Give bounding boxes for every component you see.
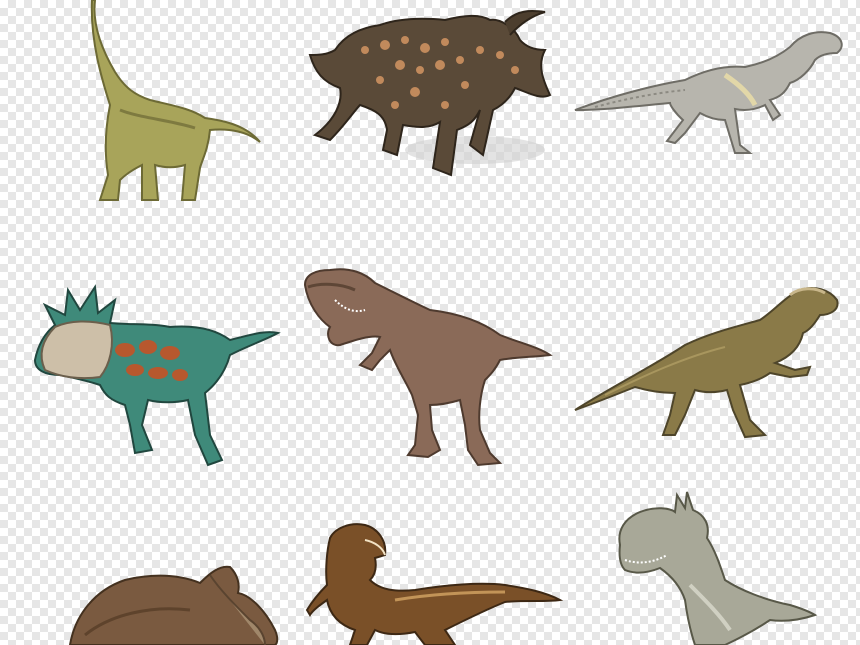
styracosaurus-image xyxy=(30,284,281,480)
monolophosaurus-illustration xyxy=(618,491,818,645)
triceratops-illustration xyxy=(68,565,279,645)
tyrannosaurus-image xyxy=(300,265,553,475)
einiosaurus-illustration xyxy=(308,10,552,177)
tyrannosaurus-juvenile-illustration xyxy=(305,523,564,645)
brachiosaurus-image xyxy=(80,0,270,205)
triceratops-image xyxy=(68,565,280,645)
dilophosaurus-image xyxy=(574,285,840,445)
tyrannosaurus-juvenile-image xyxy=(305,520,564,645)
einiosaurus-image xyxy=(305,10,555,180)
allosaurus-image xyxy=(574,25,845,155)
monolophosaurus-image xyxy=(615,490,818,645)
allosaurus-illustration xyxy=(574,31,843,154)
brachiosaurus-illustration xyxy=(90,0,261,201)
dilophosaurus-illustration xyxy=(574,287,839,439)
styracosaurus-illustration xyxy=(33,284,281,467)
tyrannosaurus-illustration xyxy=(303,268,553,467)
